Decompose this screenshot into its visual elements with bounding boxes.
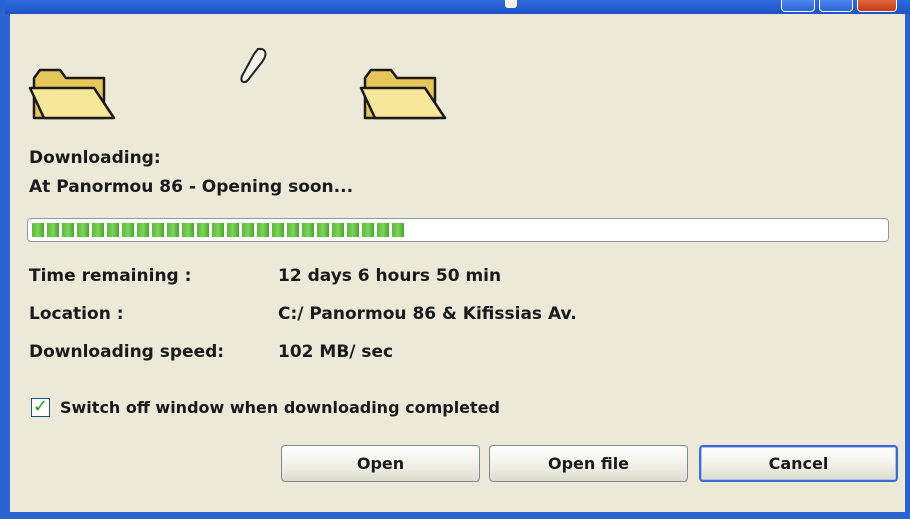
switch-off-checkbox[interactable]: ✓ — [31, 398, 50, 417]
open-file-button[interactable]: Open file — [489, 445, 688, 482]
minimize-button[interactable] — [781, 0, 815, 12]
switch-off-checkbox-label[interactable]: Switch off window when downloading compl… — [60, 398, 500, 417]
cancel-button[interactable]: Cancel — [699, 445, 898, 482]
download-speed-value: 102 MB/ sec — [278, 342, 394, 362]
close-button[interactable] — [857, 0, 897, 12]
source-folder-icon — [28, 68, 116, 120]
flying-document-icon — [240, 47, 267, 84]
downloading-heading: Downloading: — [29, 148, 161, 168]
title-bar[interactable] — [5, 0, 910, 14]
title-bar-text-fragment — [505, 0, 517, 8]
time-remaining-label: Time remaining : — [29, 266, 192, 286]
progress-bar-fill — [32, 223, 407, 237]
destination-folder-icon — [359, 68, 447, 120]
time-remaining-value: 12 days 6 hours 50 min — [278, 266, 502, 286]
maximize-button[interactable] — [819, 0, 853, 12]
location-value: C:/ Panormou 86 & Kifissias Av. — [278, 304, 577, 324]
download-dialog-window: Downloading: At Panormou 86 - Opening so… — [0, 0, 910, 519]
download-progress-bar — [27, 218, 889, 242]
dialog-body: Downloading: At Panormou 86 - Opening so… — [10, 14, 905, 512]
open-button[interactable]: Open — [281, 445, 480, 482]
location-label: Location : — [29, 304, 124, 324]
download-item-name: At Panormou 86 - Opening soon... — [29, 177, 354, 197]
download-speed-label: Downloading speed: — [29, 342, 225, 362]
